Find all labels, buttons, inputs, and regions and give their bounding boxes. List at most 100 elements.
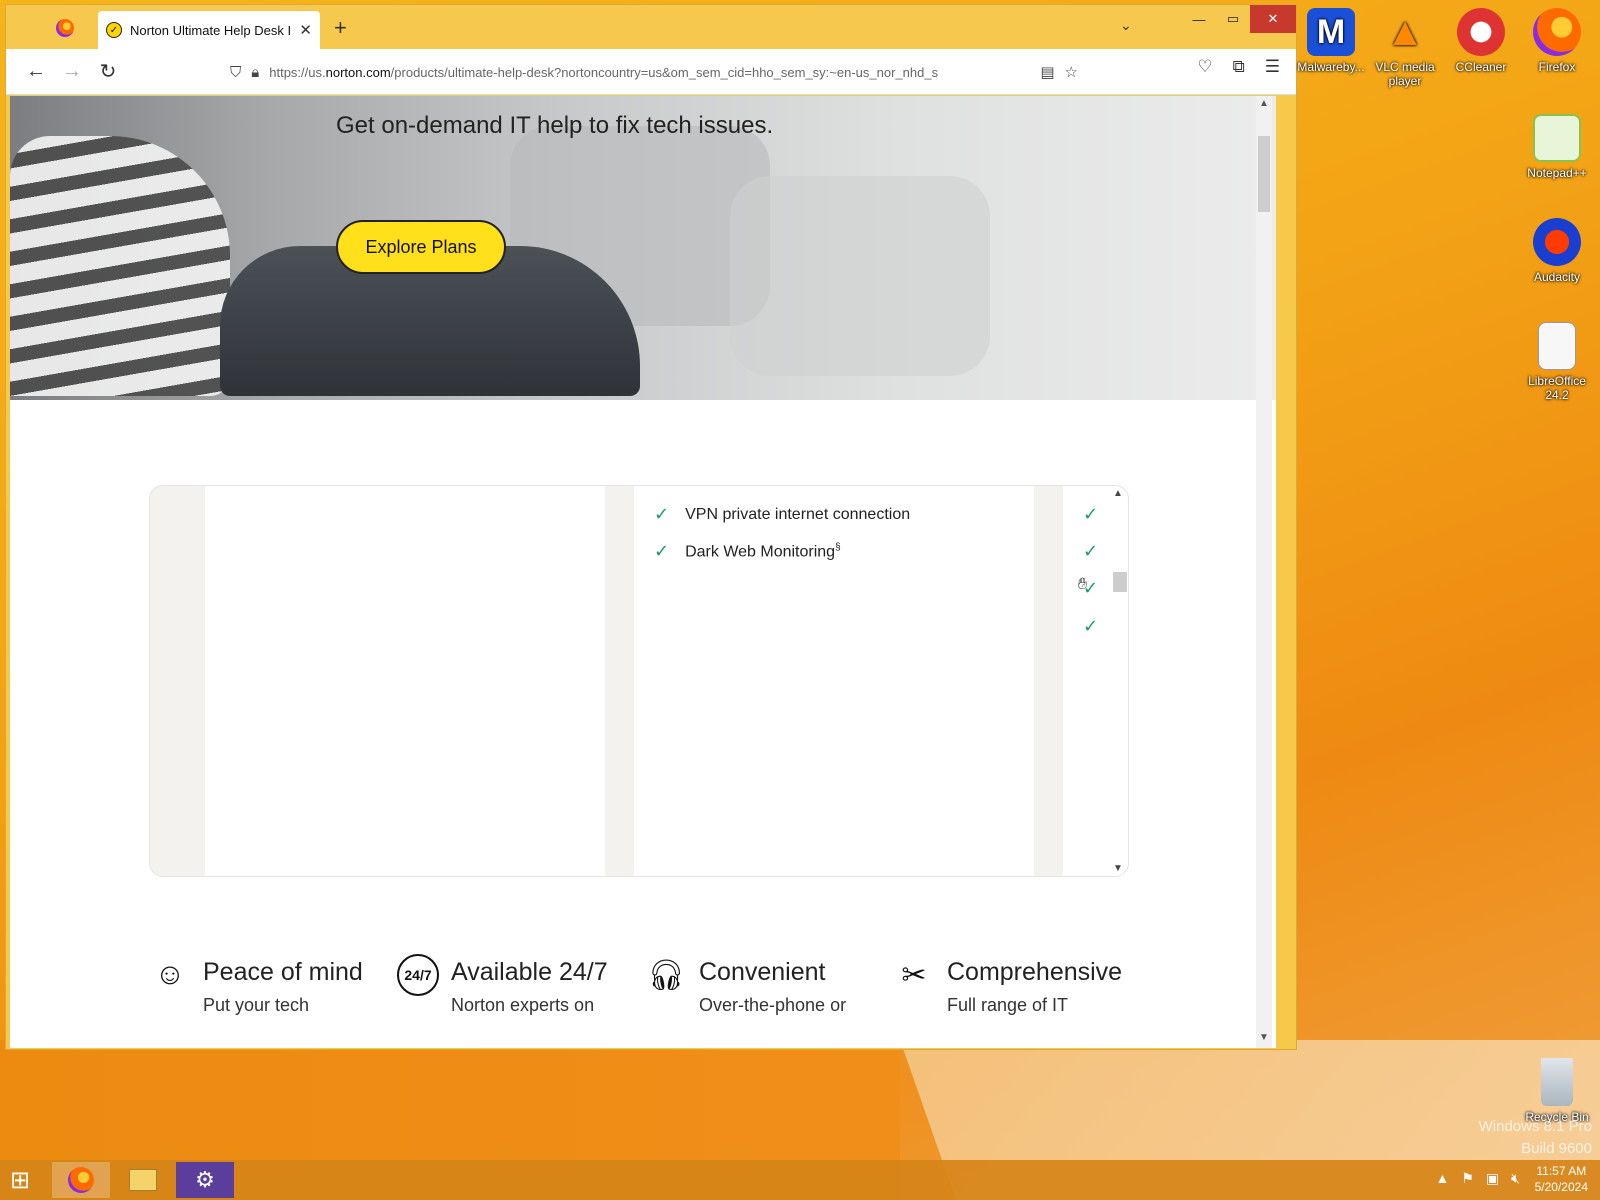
tray-expand-icon[interactable]: ▲ <box>1436 1170 1450 1187</box>
scroll-down-icon[interactable]: ▼ <box>1113 863 1123 874</box>
tools-icon: ✂ <box>901 958 927 992</box>
libreoffice-icon <box>1538 322 1576 370</box>
desktop-icon-label: Firefox <box>1538 60 1576 74</box>
pocket-icon[interactable]: ♡ <box>1197 57 1212 77</box>
reader-view-icon[interactable]: ▤ <box>1040 63 1054 81</box>
hero-banner: Get on-demand IT help to fix tech issues… <box>10 96 1276 400</box>
desktop-icon-ccleaner[interactable]: CCleaner <box>1442 8 1520 74</box>
watermark-build: Build 9600 <box>1521 1140 1592 1157</box>
extensions-icon[interactable]: ⧉ <box>1233 57 1245 77</box>
plan-column: ✓ VPN private internet connection ✓ Dark… <box>634 486 1034 876</box>
ccleaner-icon <box>1457 8 1505 56</box>
benefit-item: 24/7 Available 24/7 Norton experts on <box>397 954 608 1016</box>
taskbar-file-explorer[interactable] <box>114 1162 172 1198</box>
scroll-up-icon[interactable]: ▲ <box>1258 98 1270 112</box>
check-icon: ✓ <box>654 541 670 561</box>
desktop-icon-vlc[interactable]: ▲ VLC media player <box>1366 8 1444 88</box>
toolbar-right: ♡ ⧉ ☰ <box>1197 57 1280 77</box>
feature-row: ✓ VPN private internet connection <box>654 504 910 525</box>
folder-icon <box>129 1169 157 1191</box>
benefit-description: Put your tech <box>203 995 310 1015</box>
desktop-icon-label: Notepad++ <box>1527 166 1587 180</box>
forward-icon[interactable]: → <box>54 54 90 90</box>
tab-bar: ✓ Norton Ultimate Help Desk I Or ✕ + ⌄ —… <box>6 5 1296 49</box>
tab-norton[interactable]: ✓ Norton Ultimate Help Desk I Or ✕ <box>98 11 320 49</box>
check-icon: ✓ <box>1083 616 1099 636</box>
scroll-up-icon[interactable]: ▲ <box>1113 488 1123 499</box>
check-icon: ✓ <box>1083 541 1099 561</box>
desktop-icon-audacity[interactable]: Audacity <box>1518 218 1596 284</box>
feature-row: ✓ <box>1083 616 1098 637</box>
scroll-thumb[interactable] <box>1113 572 1127 592</box>
feature-row: ✓ Dark Web Monitoring§ <box>654 541 841 562</box>
comparison-scrollbar[interactable]: ▲ ▼ <box>1110 486 1128 876</box>
watermark-edition: Windows 8.1 Pro <box>1478 1118 1592 1135</box>
feature-row: ✓ <box>1083 504 1098 525</box>
hand-cursor-icon: ✋︎ <box>1078 576 1088 593</box>
feature-row: ✓ <box>1083 541 1098 562</box>
desktop-icon-label: Malwareby... <box>1297 60 1365 74</box>
back-icon[interactable]: ← <box>18 54 54 90</box>
norton-favicon-icon: ✓ <box>106 22 122 38</box>
feature-label: VPN private internet connection <box>685 505 911 523</box>
plan-column <box>205 486 605 876</box>
windows-watermark: Windows 8.1 Pro Build 9600 <box>1479 1116 1592 1160</box>
address-bar[interactable]: ⛉ 🔒︎ https://us.norton.com/products/ulti… <box>230 55 1078 89</box>
benefit-title: Comprehensive <box>947 958 1123 986</box>
scroll-thumb[interactable] <box>1258 136 1270 212</box>
desktop-icon-firefox[interactable]: Firefox <box>1518 8 1596 74</box>
scroll-down-icon[interactable]: ▼ <box>1258 1032 1270 1046</box>
feature-label: Dark Web Monitoring§ <box>685 541 841 561</box>
reload-icon[interactable]: ↻ <box>90 54 126 90</box>
gear-icon: ⚙ <box>195 1167 215 1192</box>
close-window-icon[interactable]: ✕ <box>1250 5 1296 33</box>
smiley-icon: ☺ <box>154 958 186 991</box>
volume-muted-icon[interactable]: 🔇︎ <box>1511 1170 1520 1187</box>
audacity-icon <box>1533 218 1581 266</box>
desktop-icon-label: LibreOffice 24.2 <box>1528 374 1586 402</box>
benefit-title: Convenient <box>699 958 826 986</box>
taskbar-settings[interactable]: ⚙ <box>176 1162 234 1198</box>
desktop-icon-malwarebytes[interactable]: M Malwareby... <box>1292 8 1370 74</box>
headset-icon: 🎧︎ <box>646 958 686 992</box>
desktop-icon-recycle-bin[interactable]: Recycle Bin <box>1518 1058 1596 1124</box>
desktop-icon-label: Audacity <box>1533 270 1581 284</box>
list-tabs-icon[interactable]: ⌄ <box>1120 17 1132 34</box>
start-button-icon[interactable]: ⊞ <box>10 1166 40 1194</box>
hero-subtitle: Get on-demand IT help to fix tech issues… <box>336 112 774 139</box>
menu-icon[interactable]: ☰ <box>1265 57 1280 77</box>
tab-title: Norton Ultimate Help Desk I Or <box>130 22 292 38</box>
network-icon[interactable]: ▣ <box>1486 1170 1499 1187</box>
plan-comparison-panel: ✓ VPN private internet connection ✓ Dark… <box>149 485 1129 877</box>
benefit-item: 🎧︎ Convenient Over-the-phone or <box>645 954 846 1016</box>
benefits-row: ☺ Peace of mind Put your tech 24/7 Avail… <box>149 954 1149 1048</box>
taskbar-firefox[interactable] <box>52 1162 110 1198</box>
explore-plans-button[interactable]: Explore Plans <box>336 220 506 274</box>
firefox-view-icon[interactable] <box>56 19 74 37</box>
benefit-item: ☺ Peace of mind Put your tech <box>149 954 363 1016</box>
page-scrollbar[interactable]: ▲ ▼ <box>1256 96 1272 1048</box>
benefit-description: Over-the-phone or <box>699 995 847 1015</box>
shield-icon[interactable]: ⛉ <box>230 64 241 81</box>
url-text[interactable]: https://us.norton.com/products/ultimate-… <box>269 65 1030 80</box>
flag-icon[interactable]: ⚑ <box>1461 1170 1474 1187</box>
clock-time: 11:57 AM <box>1536 1164 1587 1178</box>
bookmark-star-icon[interactable]: ☆ <box>1065 63 1078 81</box>
hero-image-person <box>10 136 230 396</box>
benefit-title: Peace of mind <box>203 958 363 986</box>
desktop-icon-label: CCleaner <box>1455 60 1507 74</box>
clock-247-icon: 24/7 <box>397 954 439 996</box>
tab-close-icon[interactable]: ✕ <box>299 21 312 39</box>
firefox-icon <box>68 1167 94 1193</box>
desktop-icon-libreoffice[interactable]: LibreOffice 24.2 <box>1518 322 1596 402</box>
clock[interactable]: 11:57 AM 5/20/2024 <box>1535 1163 1588 1195</box>
check-icon: ✓ <box>1083 504 1099 524</box>
minimize-icon[interactable]: — <box>1182 5 1216 33</box>
window-controls: — ▭ ✕ <box>1182 5 1296 33</box>
new-tab-icon[interactable]: + <box>334 15 347 41</box>
desktop-icon-notepadpp[interactable]: Notepad++ <box>1518 114 1596 180</box>
hero-image-pillow <box>730 176 990 376</box>
maximize-icon[interactable]: ▭ <box>1216 5 1250 33</box>
vlc-cone-icon: ▲ <box>1385 10 1425 54</box>
lock-icon[interactable]: 🔒︎ <box>251 64 259 81</box>
